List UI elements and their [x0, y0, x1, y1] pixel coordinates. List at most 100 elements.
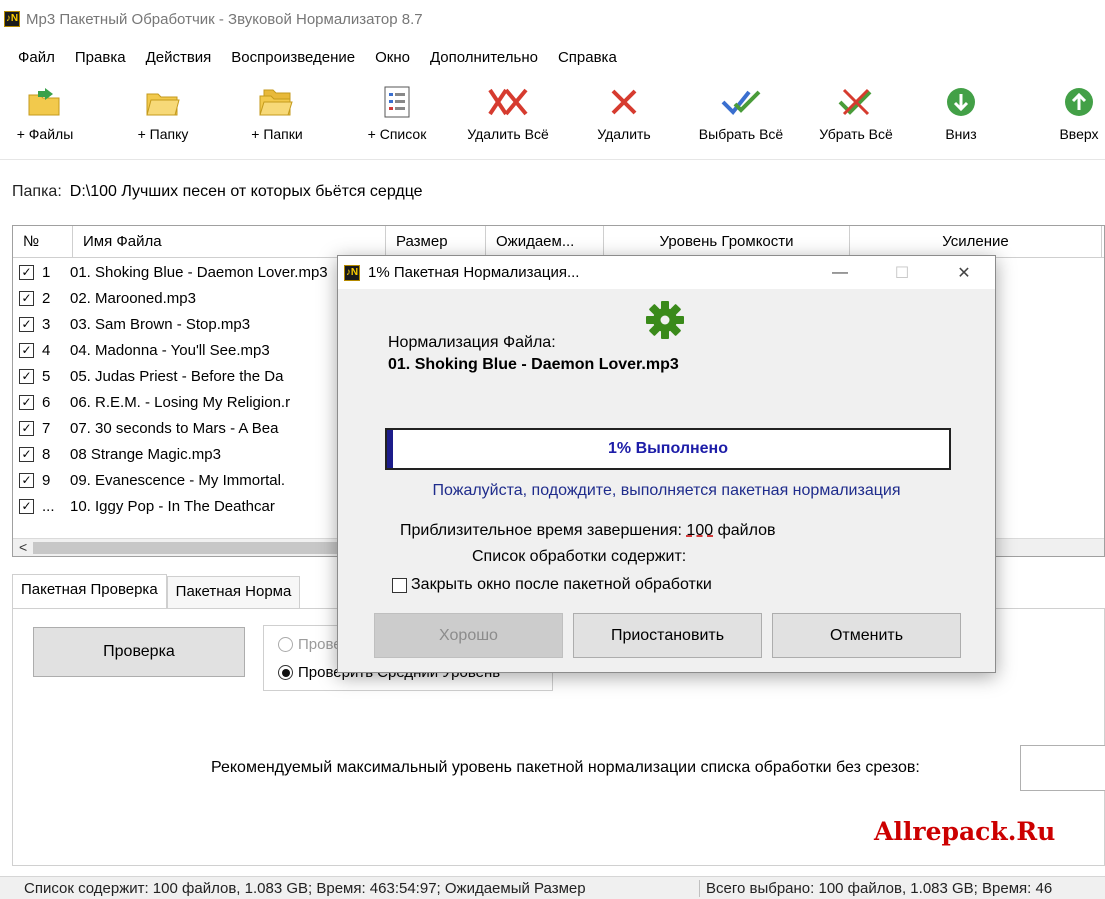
table-row[interactable]: ✓ 8 08 Strange Magic.mp3: [13, 441, 328, 467]
table-row[interactable]: ✓ 1 01. Shoking Blue - Daemon Lover.mp3: [13, 259, 328, 285]
row-number: 6: [42, 393, 51, 411]
menu-help[interactable]: Справка: [548, 49, 627, 66]
row-filename: 06. R.E.M. - Losing My Religion.r: [70, 393, 291, 411]
deselect-all-button[interactable]: Убрать Всё: [806, 80, 906, 156]
table-row[interactable]: ✓ 3 03. Sam Brown - Stop.mp3: [13, 311, 328, 337]
uncheck-icon: [806, 80, 906, 124]
row-checkbox[interactable]: ✓: [19, 368, 34, 384]
row-filename: 04. Madonna - You'll See.mp3: [70, 341, 270, 359]
close-button[interactable]: ✕: [933, 256, 995, 289]
table-row[interactable]: ✓ 9 09. Evanescence - My Immortal.: [13, 467, 328, 493]
check-button[interactable]: Проверка: [33, 627, 245, 677]
col-size[interactable]: Размер: [386, 226, 486, 257]
add-folder-button[interactable]: + Папку: [118, 80, 208, 156]
row-number: 8: [42, 445, 51, 463]
menu-actions[interactable]: Действия: [136, 49, 222, 66]
scroll-thumb[interactable]: [33, 542, 353, 554]
row-checkbox[interactable]: ✓: [19, 342, 34, 358]
dialog-window-buttons: — ☐ ✕: [809, 256, 995, 289]
row-filename: 09. Evanescence - My Immortal.: [70, 471, 286, 489]
row-number: 5: [42, 367, 51, 385]
recommend-value-field[interactable]: [1020, 745, 1105, 791]
move-down-button[interactable]: Вниз: [926, 80, 996, 156]
folder-row: Папка: D:\100 Лучших песен от которых бь…: [12, 178, 423, 206]
normalizing-file-label: Нормализация Файла:: [388, 334, 556, 351]
row-checkbox[interactable]: ✓: [19, 316, 34, 332]
add-folders-button[interactable]: + Папки: [232, 80, 322, 156]
x-icon: [582, 80, 666, 124]
minimize-button[interactable]: —: [809, 256, 871, 289]
row-number: 4: [42, 341, 51, 359]
row-checkbox[interactable]: ✓: [19, 498, 34, 514]
row-filename: 07. 30 seconds to Mars - A Bea: [70, 419, 279, 437]
row-checkbox[interactable]: ✓: [19, 446, 34, 462]
table-row[interactable]: ✓ 7 07. 30 seconds to Mars - A Bea: [13, 415, 328, 441]
menu-bar: Файл Правка Действия Воспроизведение Окн…: [0, 44, 627, 70]
recommend-label: Рекомендуемый максимальный уровень пакет…: [211, 759, 920, 776]
select-all-button[interactable]: Выбрать Всё: [686, 80, 796, 156]
tab-batch-normalize[interactable]: Пакетная Норма: [166, 576, 301, 608]
status-bar: Список содержит: 100 файлов, 1.083 GB; В…: [0, 876, 1105, 899]
row-checkbox[interactable]: ✓: [19, 290, 34, 306]
col-volume[interactable]: Уровень Громкости: [604, 226, 850, 257]
app-icon: ♪N: [4, 11, 20, 27]
table-row[interactable]: ✓ 4 04. Madonna - You'll See.mp3: [13, 337, 328, 363]
move-up-button[interactable]: Вверх: [1044, 80, 1105, 156]
cancel-button[interactable]: Отменить: [772, 613, 961, 658]
window-titlebar: ♪N Mp3 Пакетный Обработчик - Звуковой Но…: [0, 0, 1105, 38]
wait-message: Пожалуйста, подождите, выполняется пакет…: [432, 482, 901, 499]
folder-add-icon: [0, 80, 90, 124]
row-number: 1: [42, 263, 51, 281]
tab-batch-check[interactable]: Пакетная Проверка: [12, 574, 167, 608]
row-number: 9: [42, 471, 51, 489]
row-number: 2: [42, 289, 51, 307]
ok-button: Хорошо: [374, 613, 563, 658]
list-icon: [352, 80, 442, 124]
watermark: Allrepack.Ru: [874, 817, 1056, 846]
row-checkbox[interactable]: ✓: [19, 394, 34, 410]
menu-file[interactable]: Файл: [8, 49, 65, 66]
table-row[interactable]: ✓ 2 02. Marooned.mp3: [13, 285, 328, 311]
menu-extra[interactable]: Дополнительно: [420, 49, 548, 66]
scroll-left-icon[interactable]: <: [19, 539, 27, 555]
folder-path: D:\100 Лучших песен от которых бьётся се…: [69, 183, 423, 200]
col-number[interactable]: №: [13, 226, 73, 257]
row-filename: 05. Judas Priest - Before the Da: [70, 367, 284, 385]
table-row[interactable]: ✓... 10. Iggy Pop - In The Deathcar: [13, 493, 328, 519]
checkbox-box[interactable]: [392, 577, 407, 593]
col-gain[interactable]: Усиление: [850, 226, 1102, 257]
add-list-button[interactable]: + Список: [352, 80, 442, 156]
row-checkbox[interactable]: ✓: [19, 420, 34, 436]
menu-window[interactable]: Окно: [365, 49, 420, 66]
table-header: № Имя Файла Размер Ожидаем... Уровень Гр…: [13, 226, 1104, 258]
row-filename: 03. Sam Brown - Stop.mp3: [70, 315, 251, 333]
add-files-button[interactable]: + Файлы: [0, 80, 90, 156]
remove-button[interactable]: Удалить: [582, 80, 666, 156]
col-expected[interactable]: Ожидаем...: [486, 226, 604, 257]
menu-playback[interactable]: Воспроизведение: [221, 49, 365, 66]
arrow-down-icon: [926, 80, 996, 124]
row-filename: 08 Strange Magic.mp3: [70, 445, 221, 463]
eta-prefix: Приблизительное время завершения:: [400, 522, 682, 539]
row-number: 7: [42, 419, 51, 437]
dialog-app-icon: ♪N: [344, 264, 360, 281]
list-contains-label: Список обработки содержит:: [472, 548, 687, 565]
pause-button[interactable]: Приостановить: [573, 613, 762, 658]
close-after-checkbox[interactable]: Закрыть окно после пакетной обработки: [392, 576, 712, 594]
remove-all-button[interactable]: Удалить Всё: [456, 80, 560, 156]
menu-edit[interactable]: Правка: [65, 49, 136, 66]
normalizing-file-name: 01. Shoking Blue - Daemon Lover.mp3: [388, 356, 679, 373]
table-row[interactable]: ✓ 6 06. R.E.M. - Losing My Religion.r: [13, 389, 328, 415]
maximize-button: ☐: [894, 264, 910, 282]
batch-normalize-dialog: ♪N 1% Пакетная Нормализация... — ☐ ✕ Нор…: [337, 255, 996, 673]
window-title: Mp3 Пакетный Обработчик - Звуковой Норма…: [26, 10, 423, 28]
dialog-titlebar: ♪N 1% Пакетная Нормализация... — ☐ ✕: [338, 256, 995, 289]
col-filename[interactable]: Имя Файла: [73, 226, 386, 257]
table-row[interactable]: ✓ 5 05. Judas Priest - Before the Da: [13, 363, 328, 389]
radio-dot: [278, 637, 293, 652]
close-after-label: Закрыть окно после пакетной обработки: [411, 576, 712, 593]
status-selected-info: Всего выбрано: 100 файлов, 1.083 GB; Вре…: [706, 879, 1053, 897]
eta-suffix: файлов: [717, 522, 776, 539]
row-checkbox[interactable]: ✓: [19, 264, 34, 280]
row-checkbox[interactable]: ✓: [19, 472, 34, 488]
